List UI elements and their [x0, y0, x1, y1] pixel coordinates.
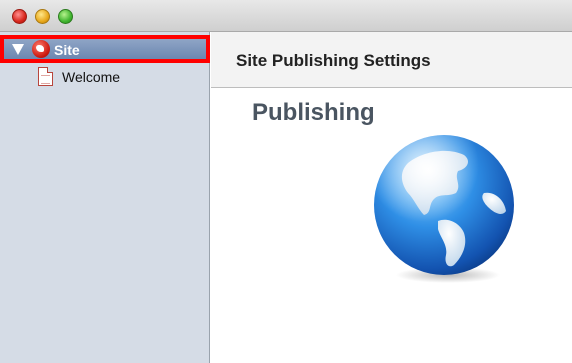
minimize-button[interactable]	[35, 9, 50, 24]
close-button[interactable]	[12, 9, 27, 24]
disclosure-triangle-icon[interactable]	[12, 44, 24, 55]
sidebar-item-site[interactable]: Site	[0, 35, 210, 63]
zoom-button[interactable]	[58, 9, 73, 24]
sidebar-item-welcome[interactable]: Welcome	[0, 66, 210, 90]
sidebar-item-label: Welcome	[62, 69, 121, 85]
settings-header: Site Publishing Settings	[211, 32, 572, 88]
section-heading: Publishing	[252, 99, 375, 126]
page-icon	[38, 67, 53, 86]
sidebar-item-label: Site	[54, 42, 80, 58]
window-titlebar	[0, 0, 572, 32]
globe-icon	[374, 135, 514, 283]
site-globe-icon	[32, 40, 50, 58]
page-title: Site Publishing Settings	[236, 51, 431, 70]
sidebar: Site Welcome	[0, 32, 210, 363]
